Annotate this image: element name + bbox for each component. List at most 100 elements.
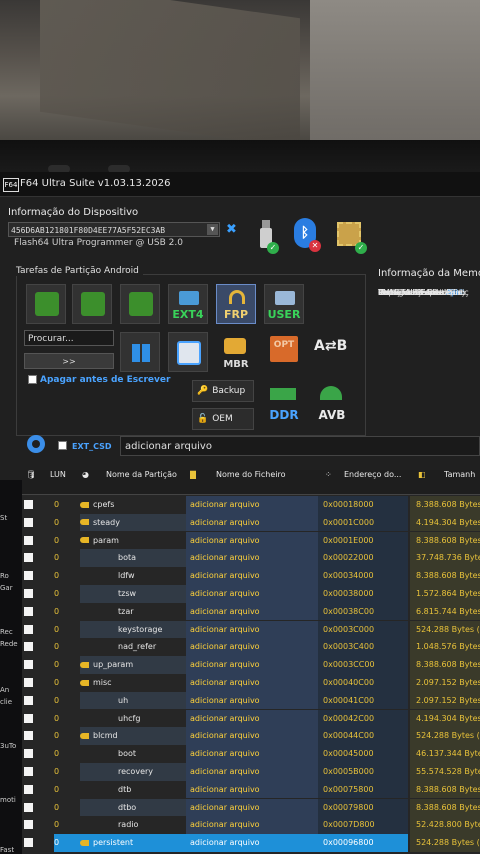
row-file-name[interactable]: adicionar arquivo: [186, 798, 318, 817]
ext4-button[interactable]: EXT4: [168, 284, 208, 324]
row-checkbox[interactable]: [24, 606, 33, 616]
row-file-name[interactable]: adicionar arquivo: [186, 709, 318, 728]
clear-device-button[interactable]: ✖: [226, 222, 237, 237]
row-file-name[interactable]: adicionar arquivo: [186, 496, 318, 514]
backup-button[interactable]: 🔑 Backup: [192, 380, 254, 402]
row-checkbox[interactable]: [24, 784, 33, 794]
table-row[interactable]: 0 blcmd adicionar arquivo 0x00044C00 524.288…: [20, 727, 480, 745]
table-row[interactable]: 0 radio adicionar arquivo 0x0007D800 52.428.…: [20, 816, 480, 834]
chevron-down-icon[interactable]: ▼: [207, 224, 218, 235]
table-row[interactable]: 0 param adicionar arquivo 0x0001E000 8.388.6…: [20, 531, 480, 550]
ext-csd-label: EXT_CSD: [72, 442, 112, 451]
row-file-name[interactable]: adicionar arquivo: [186, 602, 318, 621]
row-checkbox[interactable]: [24, 838, 33, 848]
row-file-name[interactable]: adicionar arquivo: [186, 620, 318, 639]
table-row[interactable]: 0 tzsw adicionar arquivo 0x00038000 1.572.86…: [20, 585, 480, 603]
row-file-name[interactable]: adicionar arquivo: [186, 745, 318, 763]
col-lun[interactable]: LUN: [50, 470, 66, 494]
row-checkbox[interactable]: [24, 571, 33, 581]
table-row[interactable]: 0 bota adicionar arquivo 0x00022000 37.748.7…: [20, 549, 480, 567]
table-row[interactable]: 0 dtb adicionar arquivo 0x00075800 8.388.608…: [20, 780, 480, 799]
row-checkbox[interactable]: [24, 731, 33, 741]
table-row[interactable]: 0 steady adicionar arquivo 0x0001C000 4.194.…: [20, 513, 480, 532]
table-row[interactable]: 0 cpefs adicionar arquivo 0x00018000 8.388.6…: [20, 496, 480, 514]
erase-partition-button[interactable]: [120, 284, 160, 324]
desktop-icon-label[interactable]: clie: [0, 698, 12, 706]
erase-before-write-checkbox[interactable]: [28, 375, 37, 384]
row-checkbox[interactable]: [24, 678, 33, 687]
table-row[interactable]: 0 boot adicionar arquivo 0x00045000 46.137.3…: [20, 745, 480, 763]
analyze-partition-button[interactable]: [26, 284, 66, 324]
square-button[interactable]: [168, 332, 208, 372]
col-file[interactable]: Nome do Ficheiro: [216, 470, 286, 494]
table-row[interactable]: 0 nad_refer adicionar arquivo 0x0003C400 1.0…: [20, 638, 480, 656]
row-file-name[interactable]: adicionar arquivo: [186, 691, 318, 710]
table-row[interactable]: 0 keystorage adicionar arquivo 0x0003C000 52…: [20, 620, 480, 639]
row-checkbox[interactable]: [24, 820, 33, 830]
table-row[interactable]: 0 misc adicionar arquivo 0x00040C00 2.097.15…: [20, 674, 480, 692]
table-row[interactable]: 0 ldfw adicionar arquivo 0x00034000 8.388.60…: [20, 567, 480, 585]
oem-button[interactable]: 🔓 OEM: [192, 408, 254, 430]
desktop-icon-label[interactable]: 3uTo: [0, 742, 16, 750]
mbr-button[interactable]: MBR: [216, 332, 256, 372]
table-row[interactable]: 0 up_param adicionar arquivo 0x0003CC00 8.38…: [20, 656, 480, 674]
search-input[interactable]: Procurar...: [24, 330, 114, 346]
table-row[interactable]: 0 persistent adicionar arquivo 0x00096800 52…: [20, 834, 480, 852]
search-go-button[interactable]: >>: [24, 353, 114, 369]
row-file-name[interactable]: adicionar arquivo: [186, 816, 318, 834]
desktop-icon-label[interactable]: An: [0, 686, 9, 694]
write-partition-button[interactable]: [72, 284, 112, 324]
row-file-name[interactable]: adicionar arquivo: [186, 727, 318, 745]
col-size[interactable]: Tamanh: [444, 470, 475, 494]
table-row[interactable]: 0 uhcfg adicionar arquivo 0x00042C00 4.194.3…: [20, 709, 480, 728]
row-file-name[interactable]: adicionar arquivo: [186, 531, 318, 550]
desktop-icon-label[interactable]: moti: [0, 796, 16, 804]
table-row[interactable]: 0 tzar adicionar arquivo 0x00038C00 6.815.74…: [20, 602, 480, 621]
row-file-name[interactable]: adicionar arquivo: [186, 763, 318, 781]
ext-csd-checkbox[interactable]: [58, 441, 67, 450]
row-file-name[interactable]: adicionar arquivo: [186, 585, 318, 603]
row-checkbox[interactable]: [24, 802, 33, 812]
desktop-icon-label[interactable]: Ro: [0, 572, 9, 580]
row-checkbox[interactable]: [24, 695, 33, 705]
row-checkbox[interactable]: [24, 624, 33, 634]
opt-button[interactable]: OPT: [264, 332, 304, 372]
desktop-icon-label[interactable]: Rec: [0, 628, 13, 636]
frp-button[interactable]: FRP: [216, 284, 256, 324]
device-serial-select[interactable]: 456D6AB121801F80D4EE77A5F52EC3AB ▼: [8, 222, 220, 237]
row-checkbox[interactable]: [24, 660, 33, 670]
table-row[interactable]: 0 uh adicionar arquivo 0x00041C00 2.097.152 …: [20, 691, 480, 710]
row-checkbox[interactable]: [24, 517, 33, 527]
row-checkbox[interactable]: [24, 500, 33, 509]
ddr-button[interactable]: DDR: [264, 384, 304, 424]
add-file-field[interactable]: adicionar arquivo: [120, 436, 480, 456]
row-file-name[interactable]: adicionar arquivo: [186, 834, 318, 852]
windows-button[interactable]: [120, 332, 160, 372]
row-checkbox[interactable]: [24, 589, 33, 598]
desktop-icon-label[interactable]: Fast: [0, 846, 14, 854]
swap-ab-button[interactable]: A⇄B: [312, 332, 352, 372]
row-file-name[interactable]: adicionar arquivo: [186, 656, 318, 674]
row-checkbox[interactable]: [24, 642, 33, 652]
row-checkbox[interactable]: [24, 767, 33, 776]
user-button[interactable]: USER: [264, 284, 304, 324]
row-file-name[interactable]: adicionar arquivo: [186, 638, 318, 656]
row-file-name[interactable]: adicionar arquivo: [186, 513, 318, 532]
row-checkbox[interactable]: [24, 535, 33, 545]
col-name[interactable]: Nome da Partição: [106, 470, 177, 494]
col-addr[interactable]: Endereço do...: [344, 470, 401, 494]
row-file-name[interactable]: adicionar arquivo: [186, 549, 318, 567]
row-file-name[interactable]: adicionar arquivo: [186, 780, 318, 799]
row-file-name[interactable]: adicionar arquivo: [186, 674, 318, 692]
desktop-icon-label[interactable]: Gar: [0, 584, 13, 592]
row-checkbox[interactable]: [24, 749, 33, 759]
row-checkbox[interactable]: [24, 553, 33, 563]
avb-button[interactable]: AVB: [312, 384, 352, 424]
desktop-icon-label[interactable]: Rede: [0, 640, 18, 648]
row-file-name[interactable]: adicionar arquivo: [186, 567, 318, 585]
gear-icon[interactable]: [27, 435, 45, 453]
table-row[interactable]: 0 recovery adicionar arquivo 0x0005B000 55.5…: [20, 763, 480, 781]
desktop-icon-label[interactable]: St: [0, 514, 7, 522]
row-checkbox[interactable]: [24, 713, 33, 723]
table-row[interactable]: 0 dtbo adicionar arquivo 0x00079800 8.388.60…: [20, 798, 480, 817]
